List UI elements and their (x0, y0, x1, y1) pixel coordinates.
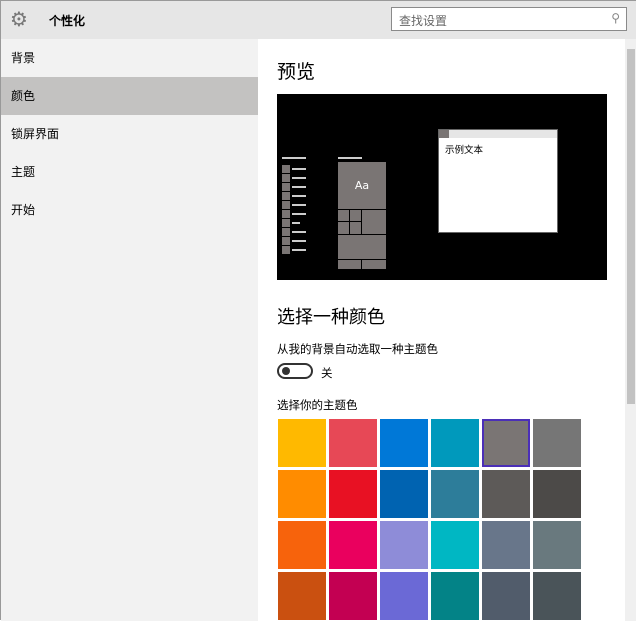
preview-start-icon (282, 165, 290, 173)
content-pane: 预览 Aa 示例文本 选择一种颜色 从我的背景自动选取一种主题色 关 选择你的主… (258, 39, 625, 621)
sidebar-item-themes[interactable]: 主题 (1, 153, 258, 191)
color-swatch[interactable] (533, 470, 581, 518)
color-swatch[interactable] (329, 419, 377, 467)
sidebar-item-background[interactable]: 背景 (1, 39, 258, 77)
color-swatch[interactable] (431, 572, 479, 620)
preview-start-line (292, 168, 306, 170)
color-grid (278, 419, 581, 620)
preview-start-line (292, 222, 300, 224)
title-bar: ⚙ 个性化 查找设置 ⚲ (1, 1, 636, 39)
color-heading: 选择一种颜色 (277, 307, 385, 328)
color-swatch[interactable] (482, 419, 530, 467)
color-swatch[interactable] (533, 419, 581, 467)
accent-label: 选择你的主题色 (277, 398, 358, 412)
color-swatch[interactable] (482, 521, 530, 569)
auto-pick-toggle[interactable] (277, 363, 313, 379)
sample-text: 示例文本 (445, 145, 484, 156)
preview-image: Aa 示例文本 (277, 94, 607, 280)
preview-start-icon (282, 246, 290, 254)
preview-heading: 预览 (277, 61, 316, 83)
color-swatch[interactable] (533, 521, 581, 569)
preview-start-icon (282, 228, 290, 236)
color-swatch[interactable] (278, 419, 326, 467)
preview-start-icon (282, 192, 290, 200)
preview-start-line (292, 177, 306, 179)
color-swatch[interactable] (533, 572, 581, 620)
preview-start-line (292, 204, 306, 206)
color-swatch[interactable] (482, 470, 530, 518)
sidebar-item-colors[interactable]: 颜色 (1, 77, 258, 115)
color-swatch[interactable] (431, 419, 479, 467)
preview-start-icon (282, 183, 290, 191)
preview-start-line (292, 231, 306, 233)
search-placeholder: 查找设置 (399, 14, 448, 28)
color-swatch[interactable] (431, 521, 479, 569)
color-swatch[interactable] (329, 470, 377, 518)
preview-start-icon (282, 210, 290, 218)
color-swatch[interactable] (380, 572, 428, 620)
page-title: 个性化 (49, 14, 86, 28)
color-swatch[interactable] (380, 521, 428, 569)
scrollbar[interactable] (625, 39, 636, 621)
color-swatch[interactable] (431, 470, 479, 518)
preview-start-line (292, 213, 306, 215)
preview-start-icon (282, 237, 290, 245)
color-swatch[interactable] (482, 572, 530, 620)
search-input[interactable]: 查找设置 ⚲ (391, 7, 627, 31)
sidebar-item-lockscreen[interactable]: 锁屏界面 (1, 115, 258, 153)
sidebar: 背景 颜色 锁屏界面 主题 开始 (1, 39, 258, 621)
color-swatch[interactable] (278, 470, 326, 518)
color-swatch[interactable] (278, 521, 326, 569)
preview-window: 示例文本 (438, 129, 558, 233)
scrollbar-thumb[interactable] (627, 49, 635, 404)
sidebar-item-start[interactable]: 开始 (1, 191, 258, 229)
preview-start-icon (282, 201, 290, 209)
preview-start-line (292, 249, 306, 251)
preview-start-icon (282, 219, 290, 227)
preview-start-icon (282, 174, 290, 182)
toggle-state: 关 (321, 366, 333, 380)
auto-pick-label: 从我的背景自动选取一种主题色 (277, 342, 438, 356)
search-icon[interactable]: ⚲ (611, 11, 620, 25)
preview-start-line (292, 195, 306, 197)
preview-start-line (292, 240, 306, 242)
preview-tile: Aa (338, 162, 386, 209)
gear-icon: ⚙ (10, 7, 28, 31)
preview-start-line (292, 186, 306, 188)
color-swatch[interactable] (380, 470, 428, 518)
color-swatch[interactable] (380, 419, 428, 467)
color-swatch[interactable] (278, 572, 326, 620)
color-swatch[interactable] (329, 572, 377, 620)
color-swatch[interactable] (329, 521, 377, 569)
